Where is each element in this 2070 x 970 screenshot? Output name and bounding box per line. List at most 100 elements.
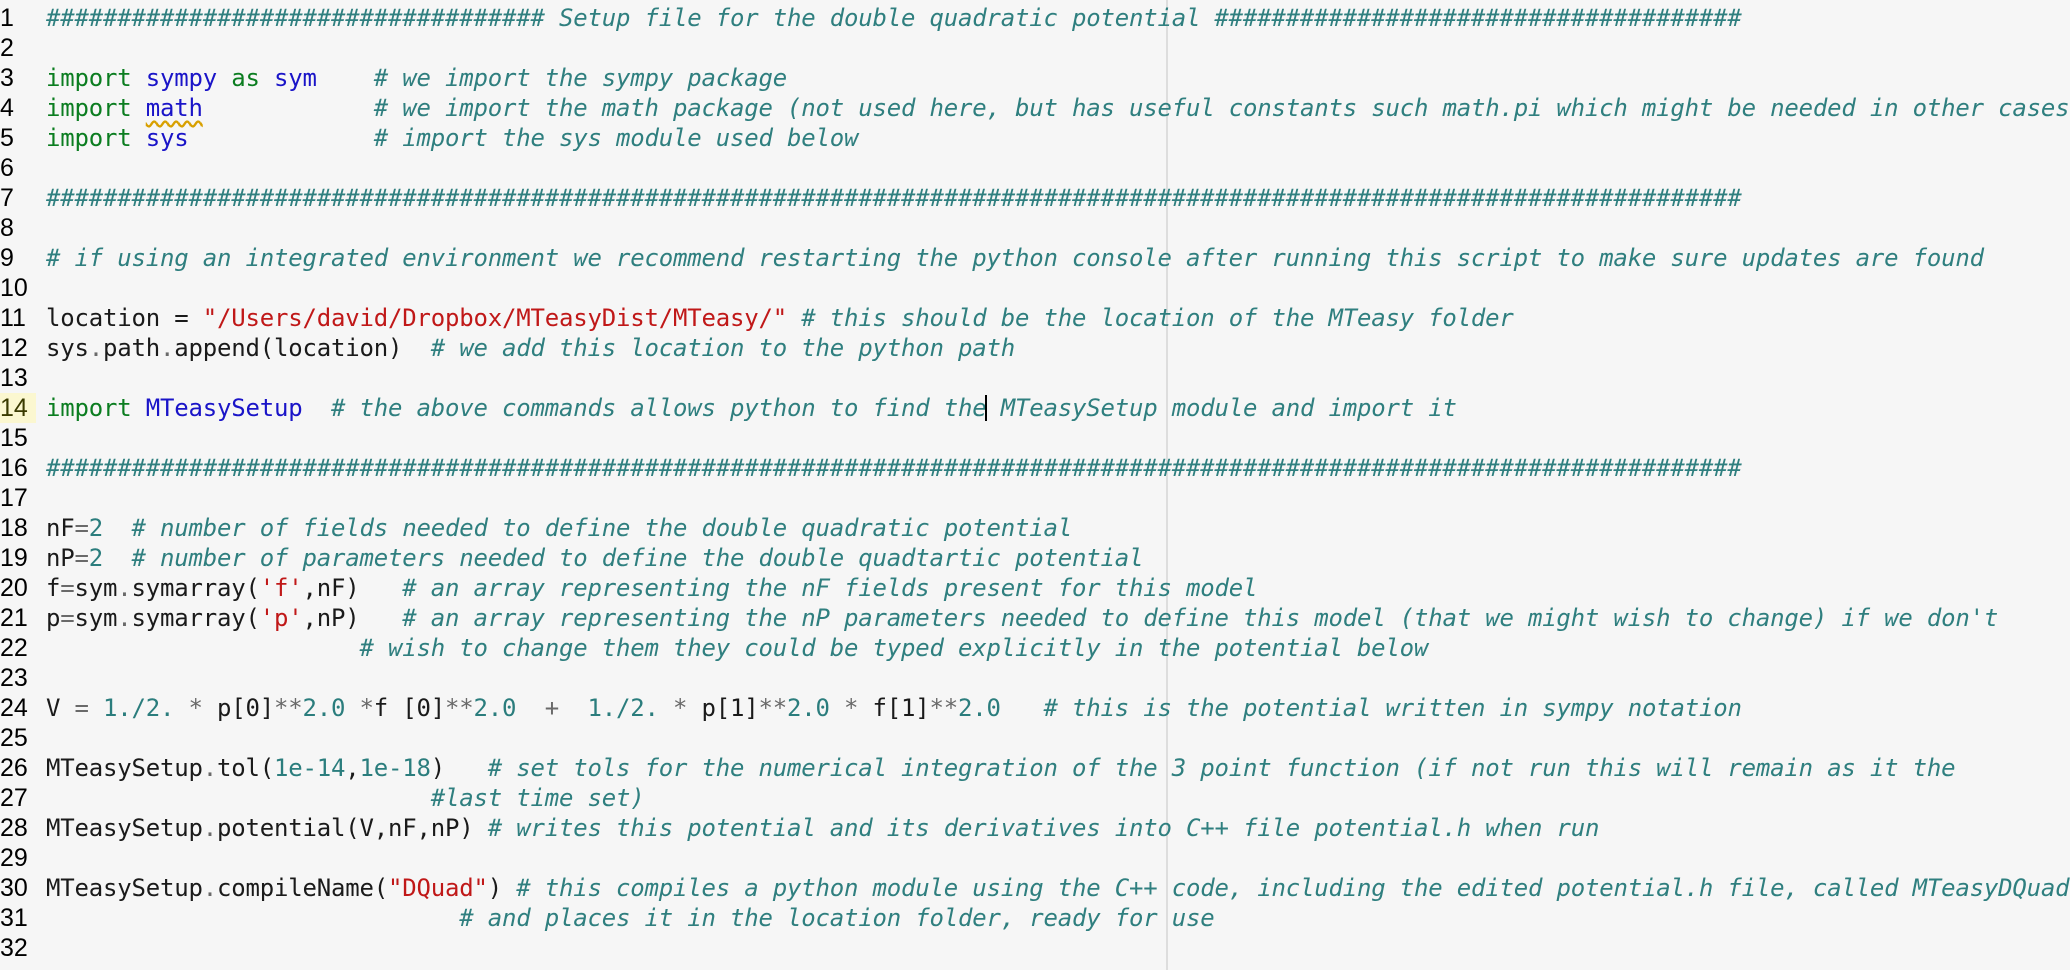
code-token: symarray( <box>131 604 260 632</box>
code-line[interactable]: 12 sys.path.append(location) # we add thi… <box>0 333 2070 363</box>
line-code[interactable]: nP=2 # number of parameters needed to de… <box>46 543 1143 573</box>
code-line[interactable]: 9 # if using an integrated environment we… <box>0 243 2070 273</box>
code-token: 2 <box>88 544 103 572</box>
code-comment: # an array representing the nP parameter… <box>402 604 1999 632</box>
code-line[interactable]: 17 <box>0 483 2070 513</box>
line-code[interactable]: # if using an integrated environment we … <box>46 243 1984 273</box>
line-code[interactable]: import MTeasySetup # the above commands … <box>46 393 1457 423</box>
code-line[interactable]: 22 # wish to change them they could be t… <box>0 633 2070 663</box>
code-line[interactable]: 3 import sympy as sym # we import the sym… <box>0 63 2070 93</box>
code-line[interactable]: 24 V = 1./2. * p[0]**2.0 *f [0]**2.0 + 1.… <box>0 693 2070 723</box>
line-code[interactable]: import math # we import the math package… <box>46 93 2070 123</box>
code-line[interactable]: 6 <box>0 153 2070 183</box>
code-line[interactable]: 21 p=sym.symarray('p',nP) # an array repr… <box>0 603 2070 633</box>
code-line[interactable]: 2 <box>0 33 2070 63</box>
code-comment: # number of parameters needed to define … <box>131 544 1144 572</box>
code-line[interactable]: 29 <box>0 843 2070 873</box>
code-token: ) <box>430 754 488 782</box>
line-code[interactable]: # and places it in the location folder, … <box>46 903 1214 933</box>
line-code[interactable]: MTeasySetup.compileName("DQuad") # this … <box>46 873 2070 903</box>
code-token: 1./2. <box>587 694 659 722</box>
code-token: ** <box>445 694 474 722</box>
line-number: 28 <box>0 814 28 842</box>
code-comment: # this is the potential written in sympy… <box>1043 694 1742 722</box>
line-number: 26 <box>0 754 28 782</box>
line-code[interactable]: f=sym.symarray('f',nF) # an array repres… <box>46 573 1257 603</box>
code-token: math <box>145 94 203 122</box>
line-number: 23 <box>0 664 28 692</box>
code-line[interactable]: 25 <box>0 723 2070 753</box>
code-line[interactable]: 11 location = "/Users/david/Dropbox/MTeas… <box>0 303 2070 333</box>
line-code[interactable]: MTeasySetup.tol(1e-14,1e-18) # set tols … <box>46 753 1956 783</box>
code-token: tol( <box>217 754 274 782</box>
code-line[interactable]: 1 ################################### Set… <box>0 3 2070 33</box>
line-code[interactable]: ########################################… <box>46 183 1742 213</box>
code-token: . <box>202 874 217 902</box>
line-code[interactable]: sys.path.append(location) # we add this … <box>46 333 1015 363</box>
line-number: 4 <box>0 94 14 122</box>
line-code[interactable]: nF=2 # number of fields needed to define… <box>46 513 1072 543</box>
line-code[interactable]: import sys # import the sys module used … <box>46 123 858 153</box>
code-line[interactable]: 4 import math # we import the math packag… <box>0 93 2070 123</box>
code-token: import <box>46 124 132 152</box>
code-token: 2.0 <box>787 694 830 722</box>
line-code[interactable]: #last time set) <box>46 783 645 813</box>
code-line[interactable]: 26 MTeasySetup.tol(1e-14,1e-18) # set tol… <box>0 753 2070 783</box>
line-number: 19 <box>0 544 28 572</box>
line-code[interactable]: ########################################… <box>46 453 1742 483</box>
line-number: 7 <box>0 184 14 212</box>
code-token: compileName( <box>217 874 388 902</box>
code-token: . <box>202 754 217 782</box>
line-code[interactable]: import sympy as sym # we import the symp… <box>46 63 787 93</box>
code-token: import <box>46 94 132 122</box>
code-line[interactable]: 18 nF=2 # number of fields needed to defi… <box>0 513 2070 543</box>
code-line[interactable]: 30 MTeasySetup.compileName("DQuad") # thi… <box>0 873 2070 903</box>
code-line[interactable]: 31 # and places it in the location folde… <box>0 903 2070 933</box>
code-line[interactable]: 7 #######################################… <box>0 183 2070 213</box>
code-line[interactable]: 16 ######################################… <box>0 453 2070 483</box>
code-comment: # writes this potential and its derivati… <box>487 814 1600 842</box>
code-token: path <box>103 334 160 362</box>
code-line[interactable]: 23 <box>0 663 2070 693</box>
line-number: 20 <box>0 574 28 602</box>
code-line[interactable]: 32 <box>0 933 2070 963</box>
code-token: as <box>231 64 260 92</box>
code-token: * <box>844 694 859 722</box>
code-line[interactable]: 5 import sys # import the sys module used… <box>0 123 2070 153</box>
code-comment: # the above commands allows python to fi… <box>331 394 1457 422</box>
code-token: f[1] <box>858 694 930 722</box>
code-editor[interactable]: 1 ################################### Set… <box>0 0 2070 970</box>
line-code[interactable]: MTeasySetup.potential(V,nF,nP) # writes … <box>46 813 1599 843</box>
code-token: location = <box>46 304 203 332</box>
code-line[interactable]: 28 MTeasySetup.potential(V,nF,nP) # write… <box>0 813 2070 843</box>
code-token: 1e-14 <box>274 754 346 782</box>
code-line[interactable]: 10 <box>0 273 2070 303</box>
code-line[interactable]: 13 <box>0 363 2070 393</box>
code-line[interactable]: 8 <box>0 213 2070 243</box>
code-line[interactable]: 15 <box>0 423 2070 453</box>
code-lines[interactable]: 1 ################################### Set… <box>0 3 2070 963</box>
line-number: 17 <box>0 484 28 512</box>
code-line[interactable]: 14 import MTeasySetup # the above command… <box>0 393 2070 423</box>
line-code[interactable]: p=sym.symarray('p',nP) # an array repres… <box>46 603 1998 633</box>
line-code[interactable]: ################################### Setu… <box>46 3 1742 33</box>
code-line[interactable]: 27 #last time set) <box>0 783 2070 813</box>
code-line[interactable]: 20 f=sym.symarray('f',nF) # an array repr… <box>0 573 2070 603</box>
code-token: 'p' <box>259 604 303 632</box>
code-line[interactable]: 19 nP=2 # number of parameters needed to … <box>0 543 2070 573</box>
line-code[interactable]: location = "/Users/david/Dropbox/MTeasyD… <box>46 303 1514 333</box>
line-code[interactable]: # wish to change them they could be type… <box>46 633 1428 663</box>
line-number: 29 <box>0 844 28 872</box>
line-number: 5 <box>0 124 14 152</box>
line-number: 18 <box>0 514 28 542</box>
line-number: 9 <box>0 244 14 272</box>
line-code[interactable]: V = 1./2. * p[0]**2.0 *f [0]**2.0 + 1./2… <box>46 693 1742 723</box>
